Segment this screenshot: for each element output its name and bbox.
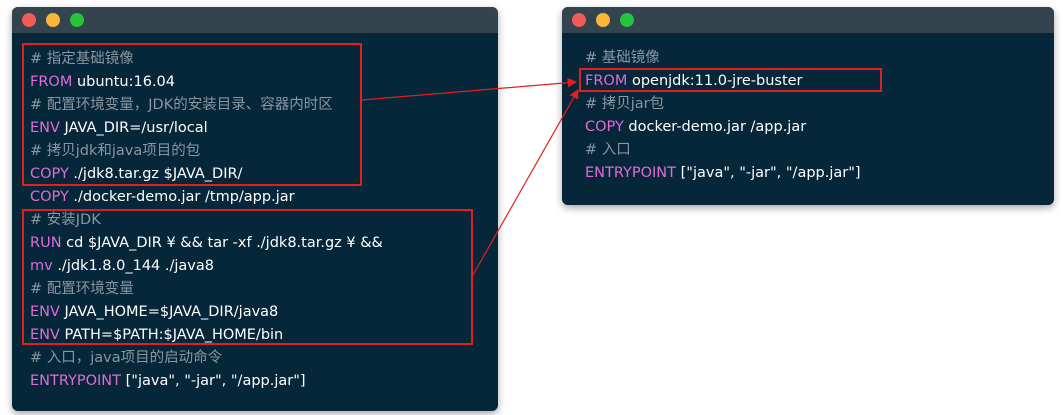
connector-arrows [361, 77, 579, 276]
arrow-from-bottom-box [472, 88, 579, 276]
arrow-from-top-box [361, 77, 578, 101]
